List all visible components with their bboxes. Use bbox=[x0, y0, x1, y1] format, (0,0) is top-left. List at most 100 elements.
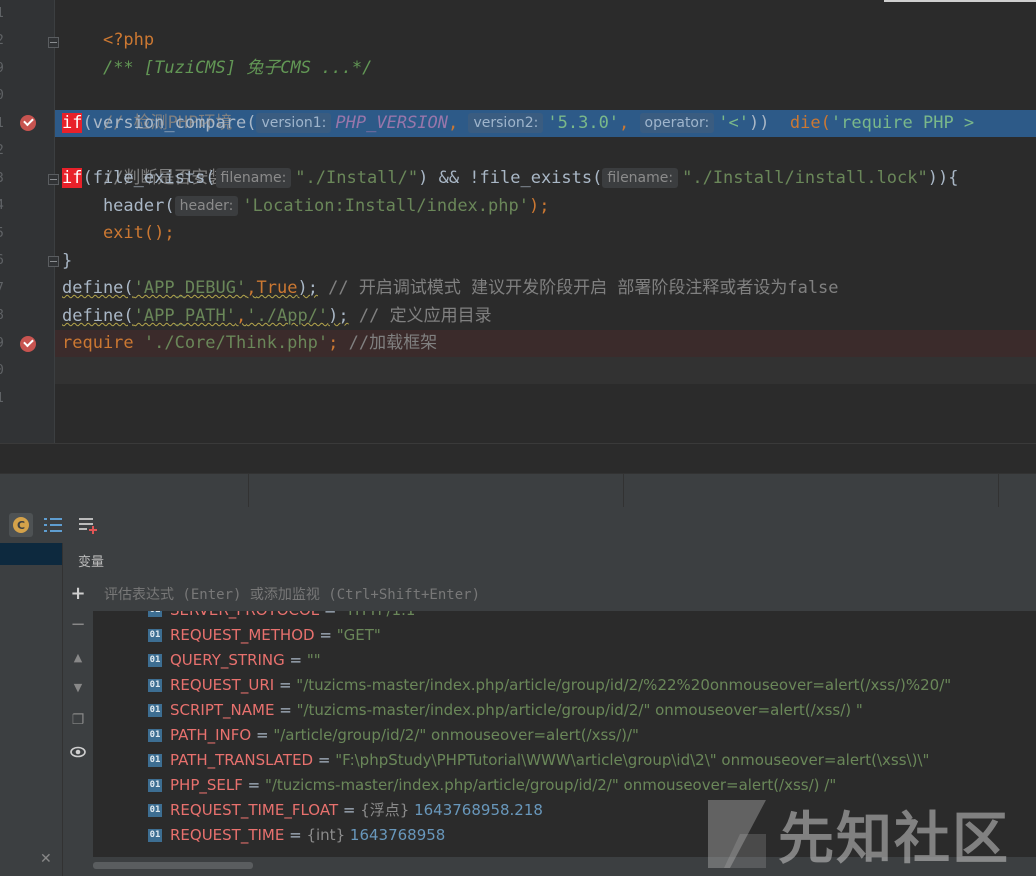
variables-toolbar: + − ▲ ▼ ❐ bbox=[63, 575, 93, 876]
code-line[interactable]: define('APP_PATH','./App/'); // 定义应用目录 bbox=[62, 303, 492, 330]
variable-name: REQUEST_URI bbox=[170, 676, 275, 694]
code-line[interactable]: exit(); bbox=[62, 220, 175, 247]
variable-icon: 01 bbox=[148, 654, 162, 667]
code-line-current[interactable]: if(version_compare(version1: PHP_VERSION,… bbox=[62, 110, 974, 137]
variable-value: "/tuzicms-master/index.php/article/group… bbox=[264, 776, 837, 794]
variables-title: 变量 bbox=[78, 555, 105, 570]
tab-separator bbox=[248, 474, 249, 508]
semicolon: ; bbox=[328, 333, 339, 353]
string: '<' bbox=[718, 113, 749, 133]
variable-name: PHP_SELF bbox=[170, 776, 243, 794]
up-icon[interactable]: ▲ bbox=[69, 649, 87, 667]
paren: )) bbox=[748, 113, 770, 133]
paren: ); bbox=[528, 196, 550, 216]
string: "./Install/" bbox=[295, 168, 419, 188]
comma: , bbox=[619, 113, 630, 133]
comma: , bbox=[236, 306, 247, 326]
evaluate-expression-input[interactable] bbox=[104, 585, 1004, 605]
variable-name: SCRIPT_NAME bbox=[170, 701, 275, 719]
string: 'APP_PATH' bbox=[133, 306, 237, 326]
code-line-breakpoint[interactable]: require './Core/Think.php'; //加载框架 bbox=[62, 330, 437, 357]
eye-icon[interactable] bbox=[69, 743, 87, 761]
selected-frame[interactable] bbox=[0, 543, 62, 565]
die-call: die( bbox=[789, 113, 831, 133]
variable-type: {浮点} bbox=[360, 801, 410, 819]
plus-icon[interactable]: + bbox=[69, 585, 87, 603]
brace: } bbox=[62, 251, 73, 271]
variable-icon: 01 bbox=[148, 829, 162, 842]
param-hint: filename: bbox=[215, 168, 292, 188]
add-watch-button[interactable] bbox=[75, 513, 99, 537]
function-call: ) && !file_exists( bbox=[418, 168, 603, 188]
keyword-require: require bbox=[62, 333, 134, 353]
code-line[interactable]: /** [TuziCMS] 兔子CMS ...*/ bbox=[62, 28, 372, 78]
line-number: 8 bbox=[0, 308, 10, 323]
code-editor[interactable]: 1 2 9 0 1 2 3 4 5 6 7 8 9 0 1 <?php /** … bbox=[0, 0, 1036, 443]
string: 'Location:Install/index.php' bbox=[242, 196, 529, 216]
console-button[interactable]: C bbox=[9, 513, 33, 537]
splitter[interactable] bbox=[0, 443, 1036, 474]
exit-call: exit(); bbox=[62, 223, 175, 243]
code-line[interactable]: // 检测PHP环境 bbox=[62, 83, 232, 133]
string: 'APP_DEBUG' bbox=[133, 278, 247, 298]
add-watch-icon bbox=[79, 518, 97, 534]
horizontal-scrollbar[interactable] bbox=[93, 857, 1036, 876]
svg-text:C: C bbox=[17, 519, 25, 532]
frames-button[interactable] bbox=[41, 513, 65, 537]
code-line[interactable]: header(header: 'Location:Install/index.ph… bbox=[62, 193, 549, 220]
keyword-if: if bbox=[62, 113, 83, 133]
comment: // 开启调试模式 建议开发阶段开启 部署阶段注释或者设为false bbox=[317, 278, 839, 298]
variables-list[interactable]: 01 SERVER_PROTOCOL = "HTTP/1.1" 01 REQUE… bbox=[93, 611, 1036, 857]
debug-panel: C 变量 + − ▲ ▼ ❐ 评估表达式 (Enter) 或添加监视 (Ctrl… bbox=[0, 507, 1036, 876]
line-gutter[interactable]: 1 2 9 0 1 2 3 4 5 6 7 8 9 0 1 bbox=[0, 0, 59, 443]
param-hint: filename: bbox=[602, 168, 679, 188]
comma: , bbox=[447, 113, 459, 133]
code-line[interactable]: //判断是否安装 bbox=[62, 138, 225, 188]
param-hint: version2: bbox=[468, 113, 544, 133]
variable-value: "" bbox=[306, 651, 321, 669]
copy-icon[interactable]: ❐ bbox=[69, 711, 87, 729]
param-hint: version1: bbox=[256, 113, 332, 133]
debug-tab-bar[interactable] bbox=[0, 473, 1036, 508]
tab-separator bbox=[998, 474, 999, 508]
code-line[interactable]: if(file_exists(filename: "./Install/") &&… bbox=[62, 165, 958, 192]
close-icon[interactable]: ✕ bbox=[40, 851, 52, 867]
param-hint: header: bbox=[174, 196, 239, 216]
string: '5.3.0' bbox=[547, 113, 620, 133]
code-line[interactable]: } bbox=[62, 248, 72, 275]
minus-icon[interactable]: − bbox=[69, 616, 87, 634]
line-number: 1 bbox=[0, 6, 10, 21]
fold-icon[interactable] bbox=[48, 256, 59, 267]
code-line[interactable]: <?php bbox=[62, 0, 154, 50]
tab-separator bbox=[623, 474, 624, 508]
line-number: 7 bbox=[0, 281, 10, 296]
variable-icon: 01 bbox=[148, 704, 162, 717]
list-icon bbox=[44, 518, 62, 532]
line-number: 1 bbox=[0, 391, 10, 406]
paren: ); bbox=[328, 306, 349, 326]
function-call: (version_compare( bbox=[82, 113, 257, 133]
fold-icon[interactable] bbox=[48, 37, 59, 48]
frames-list[interactable] bbox=[0, 543, 63, 876]
variable-name: REQUEST_TIME_FLOAT bbox=[170, 801, 339, 819]
variable-type: {int} bbox=[306, 826, 346, 844]
breakpoint-icon[interactable] bbox=[20, 336, 36, 352]
comment: // 定义应用目录 bbox=[348, 306, 492, 326]
scroll-marker bbox=[884, 0, 1036, 2]
code-line[interactable]: define('APP_DEBUG',True); // 开启调试模式 建议开发… bbox=[62, 275, 839, 302]
variable-value: 1643768958 bbox=[349, 826, 446, 844]
variable-value: "F:\phpStudy\PHPTutorial\WWW\article\gro… bbox=[335, 751, 930, 769]
scrollbar-thumb[interactable] bbox=[93, 862, 253, 869]
line-number: 1 bbox=[0, 116, 10, 131]
fold-icon[interactable] bbox=[48, 174, 59, 185]
string: "./Install/install.lock" bbox=[682, 168, 928, 188]
debug-toolbar: C bbox=[0, 507, 1036, 543]
breakpoint-icon[interactable] bbox=[20, 115, 36, 131]
variable-icon: 01 bbox=[148, 679, 162, 692]
variable-icon: 01 bbox=[148, 754, 162, 767]
variable-name: PATH_TRANSLATED bbox=[170, 751, 314, 769]
variable-name: QUERY_STRING bbox=[170, 651, 285, 669]
string: './App/' bbox=[246, 306, 329, 326]
variable-value: "/article/group/id/2/" onmouseover=alert… bbox=[273, 726, 639, 744]
down-icon[interactable]: ▼ bbox=[69, 679, 87, 697]
